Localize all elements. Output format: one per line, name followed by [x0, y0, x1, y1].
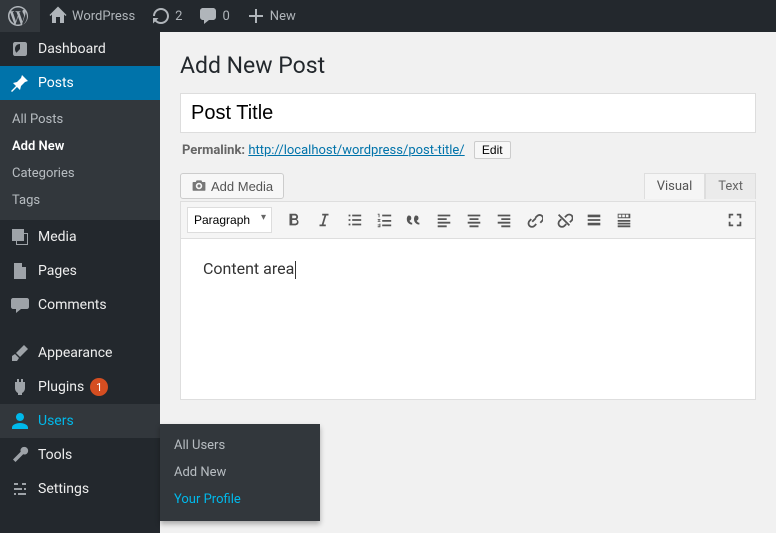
menu-settings[interactable]: Settings: [0, 472, 160, 506]
tab-text[interactable]: Text: [705, 173, 756, 199]
bold-button[interactable]: [280, 206, 308, 234]
updates-icon: [151, 6, 171, 26]
bullet-list-button[interactable]: [340, 206, 368, 234]
editor: Paragraph Content area: [180, 201, 756, 400]
submenu-all-posts[interactable]: All Posts: [0, 106, 160, 133]
menu-media[interactable]: Media: [0, 220, 160, 254]
menu-label: Media: [38, 229, 77, 245]
menu-comments[interactable]: Comments: [0, 288, 160, 322]
editor-content: Content area: [203, 259, 294, 278]
format-select[interactable]: Paragraph: [187, 207, 272, 233]
align-right-button[interactable]: [490, 206, 518, 234]
menu-tools[interactable]: Tools: [0, 438, 160, 472]
plus-icon: [246, 6, 266, 26]
page-title: Add New Post: [180, 52, 756, 79]
add-media-button[interactable]: Add Media: [180, 173, 284, 199]
media-icon: [10, 227, 30, 247]
blockquote-button[interactable]: [400, 206, 428, 234]
wordpress-logo-icon: [8, 6, 28, 26]
posts-submenu: All Posts Add New Categories Tags: [0, 100, 160, 220]
settings-icon: [10, 479, 30, 499]
menu-plugins[interactable]: Plugins 1: [0, 370, 160, 404]
users-icon: [10, 411, 30, 431]
insert-more-button[interactable]: [580, 206, 608, 234]
text-cursor: [295, 261, 296, 279]
permalink-label: Permalink:: [182, 143, 245, 158]
menu-label: Plugins: [38, 379, 84, 395]
editor-toolbar: Paragraph: [181, 202, 755, 239]
updates-link[interactable]: 2: [143, 0, 190, 32]
pages-icon: [10, 261, 30, 281]
tab-visual[interactable]: Visual: [644, 173, 706, 199]
edit-permalink-button[interactable]: Edit: [474, 141, 511, 159]
permalink-row: Permalink: http://localhost/wordpress/po…: [182, 141, 756, 159]
align-left-button[interactable]: [430, 206, 458, 234]
submenu-categories[interactable]: Categories: [0, 160, 160, 187]
menu-label: Appearance: [38, 345, 112, 361]
add-media-label: Add Media: [211, 179, 273, 194]
updates-count: 2: [175, 9, 182, 24]
toolbar-toggle-button[interactable]: [610, 206, 638, 234]
site-home-link[interactable]: WordPress: [40, 0, 143, 32]
plugin-update-badge: 1: [90, 378, 108, 396]
menu-pages[interactable]: Pages: [0, 254, 160, 288]
flyout-add-new[interactable]: Add New: [160, 459, 320, 486]
menu-label: Dashboard: [38, 41, 106, 57]
post-title-input[interactable]: [180, 93, 756, 133]
menu-posts[interactable]: Posts: [0, 66, 160, 100]
link-button[interactable]: [520, 206, 548, 234]
permalink-link[interactable]: http://localhost/wordpress/post-title/: [248, 143, 464, 158]
new-content-link[interactable]: New: [238, 0, 304, 32]
menu-dashboard[interactable]: Dashboard: [0, 32, 160, 66]
menu-appearance[interactable]: Appearance: [0, 336, 160, 370]
unlink-button[interactable]: [550, 206, 578, 234]
number-list-button[interactable]: [370, 206, 398, 234]
comments-link[interactable]: 0: [190, 0, 237, 32]
flyout-your-profile[interactable]: Your Profile: [160, 486, 320, 513]
wp-logo-menu[interactable]: [0, 0, 40, 32]
align-center-button[interactable]: [460, 206, 488, 234]
site-name: WordPress: [72, 9, 135, 24]
submenu-tags[interactable]: Tags: [0, 187, 160, 214]
plugin-icon: [10, 377, 30, 397]
menu-label: Pages: [38, 263, 77, 279]
camera-icon: [191, 178, 207, 194]
pin-icon: [10, 73, 30, 93]
menu-label: Users: [38, 413, 74, 429]
menu-label: Comments: [38, 297, 107, 313]
wrench-icon: [10, 445, 30, 465]
submenu-add-new[interactable]: Add New: [0, 133, 160, 160]
new-label: New: [270, 9, 296, 24]
comments-icon: [10, 295, 30, 315]
dashboard-icon: [10, 39, 30, 59]
menu-label: Tools: [38, 447, 72, 463]
admin-sidebar: Dashboard Posts All Posts Add New Catego…: [0, 32, 160, 533]
menu-label: Posts: [38, 75, 74, 91]
brush-icon: [10, 343, 30, 363]
menu-users[interactable]: Users: [0, 404, 160, 438]
italic-button[interactable]: [310, 206, 338, 234]
comment-icon: [198, 6, 218, 26]
users-flyout: All Users Add New Your Profile: [160, 424, 320, 521]
editor-body[interactable]: Content area: [181, 239, 755, 399]
menu-label: Settings: [38, 481, 89, 497]
fullscreen-button[interactable]: [721, 206, 749, 234]
comments-count: 0: [222, 9, 229, 24]
flyout-all-users[interactable]: All Users: [160, 432, 320, 459]
home-icon: [48, 6, 68, 26]
admin-toolbar: WordPress 2 0 New: [0, 0, 776, 32]
